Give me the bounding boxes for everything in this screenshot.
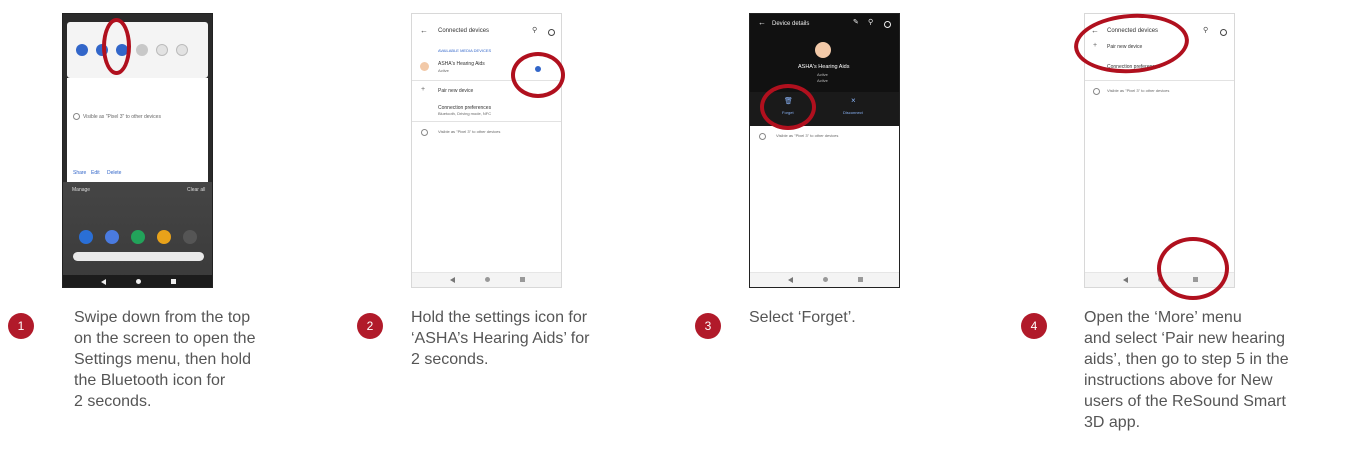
bluetooth-panel: Visible as "Pixel 3" to other devices — [67, 78, 208, 174]
highlight-circle-more — [1157, 237, 1229, 300]
recents-icon[interactable] — [171, 279, 176, 284]
app-play-icon[interactable] — [131, 230, 145, 244]
edit-icon[interactable]: ✎ — [853, 19, 859, 26]
divider — [1085, 80, 1234, 81]
recents-icon[interactable] — [520, 277, 525, 282]
info-icon — [759, 133, 766, 140]
step-number-1: 1 — [8, 313, 34, 339]
device-name[interactable]: ASHA's Hearing Aids — [438, 61, 485, 67]
app-phone-icon[interactable] — [79, 230, 93, 244]
home-screen: Manage Clear all — [63, 182, 212, 287]
device-name: ASHA's Hearing Aids — [798, 64, 850, 70]
app-camera-icon[interactable] — [183, 230, 197, 244]
search-icon[interactable]: ⚲ — [868, 19, 873, 26]
step-caption-4: Open the ‘More’ menu and select ‘Pair ne… — [1084, 309, 1289, 431]
battery-saver-icon[interactable] — [176, 44, 188, 56]
info-icon — [73, 113, 80, 120]
flashlight-icon[interactable] — [136, 44, 148, 56]
highlight-circle-bluetooth — [102, 18, 131, 75]
manage-button[interactable]: Manage — [72, 187, 90, 193]
wifi-icon[interactable] — [76, 44, 88, 56]
back-icon[interactable] — [101, 279, 106, 285]
step-caption-2: Hold the settings icon for ‘ASHA’s Heari… — [411, 309, 590, 368]
home-icon[interactable] — [823, 277, 828, 282]
edit-button[interactable]: Edit — [91, 170, 100, 176]
info-icon — [421, 129, 428, 136]
info-icon — [1093, 88, 1100, 95]
clear-all-button[interactable]: Clear all — [187, 187, 205, 193]
close-icon: × — [851, 96, 856, 105]
step-number-3: 3 — [695, 313, 721, 339]
nav-bar — [63, 275, 212, 287]
help-icon[interactable] — [1220, 29, 1227, 36]
connection-preferences-sub: Bluetooth, Driving mode, NFC — [438, 111, 492, 116]
help-icon[interactable] — [884, 21, 891, 28]
divider — [412, 121, 561, 122]
quick-settings-panel — [67, 22, 208, 78]
home-icon[interactable] — [485, 277, 490, 282]
disconnect-button[interactable]: Disconnect — [843, 110, 863, 116]
back-arrow-icon[interactable]: ← — [420, 27, 428, 35]
screen-title: Device details — [772, 21, 810, 27]
back-icon[interactable] — [1123, 277, 1128, 283]
hearing-aid-icon — [420, 62, 429, 71]
visible-as-text: Visible as "Pixel 3" to other devices — [438, 129, 501, 134]
search-bar[interactable] — [73, 252, 204, 261]
visible-as-text: Visible as "Pixel 3" to other devices — [1107, 88, 1170, 93]
step-number-2: 2 — [357, 313, 383, 339]
device-status-2: Active — [817, 78, 828, 83]
back-icon[interactable] — [450, 277, 455, 283]
panel-actions: Share Edit Delete — [67, 164, 208, 182]
back-arrow-icon[interactable]: ← — [758, 19, 766, 27]
search-icon[interactable]: ⚲ — [532, 27, 537, 34]
section-header: AVAILABLE MEDIA DEVICES — [438, 48, 492, 53]
app-chrome-icon[interactable] — [157, 230, 171, 244]
device-status: Active — [438, 68, 449, 73]
step-caption-1: Swipe down from the top on the screen to… — [74, 309, 256, 410]
step-number-4: 4 — [1021, 313, 1047, 339]
visible-as-text: Visible as "Pixel 3" to other devices — [83, 114, 161, 120]
home-icon[interactable] — [136, 279, 141, 284]
app-messages-icon[interactable] — [105, 230, 119, 244]
help-icon[interactable] — [548, 29, 555, 36]
share-button[interactable]: Share — [73, 170, 86, 176]
highlight-circle-settings — [511, 52, 565, 98]
screen-title: Connected devices — [438, 28, 490, 34]
search-icon[interactable]: ⚲ — [1203, 27, 1208, 34]
visible-as-text: Visible as "Pixel 3" to other devices — [776, 133, 839, 138]
back-icon[interactable] — [788, 277, 793, 283]
phone-screenshot-1: Visible as "Pixel 3" to other devices Sh… — [62, 13, 213, 288]
hearing-aid-icon — [815, 42, 831, 58]
delete-button[interactable]: Delete — [107, 170, 121, 176]
phone-screenshot-3: ← Device details ✎ ⚲ ASHA's Hearing Aids… — [749, 13, 900, 288]
recents-icon[interactable] — [858, 277, 863, 282]
nav-bar — [412, 272, 561, 287]
highlight-circle-forget — [760, 84, 816, 130]
auto-rotate-icon[interactable] — [156, 44, 168, 56]
step-caption-3: Select ‘Forget’. — [749, 309, 856, 326]
add-icon: + — [421, 86, 426, 93]
nav-bar — [750, 272, 899, 287]
pair-new-device[interactable]: Pair new device — [438, 88, 473, 94]
